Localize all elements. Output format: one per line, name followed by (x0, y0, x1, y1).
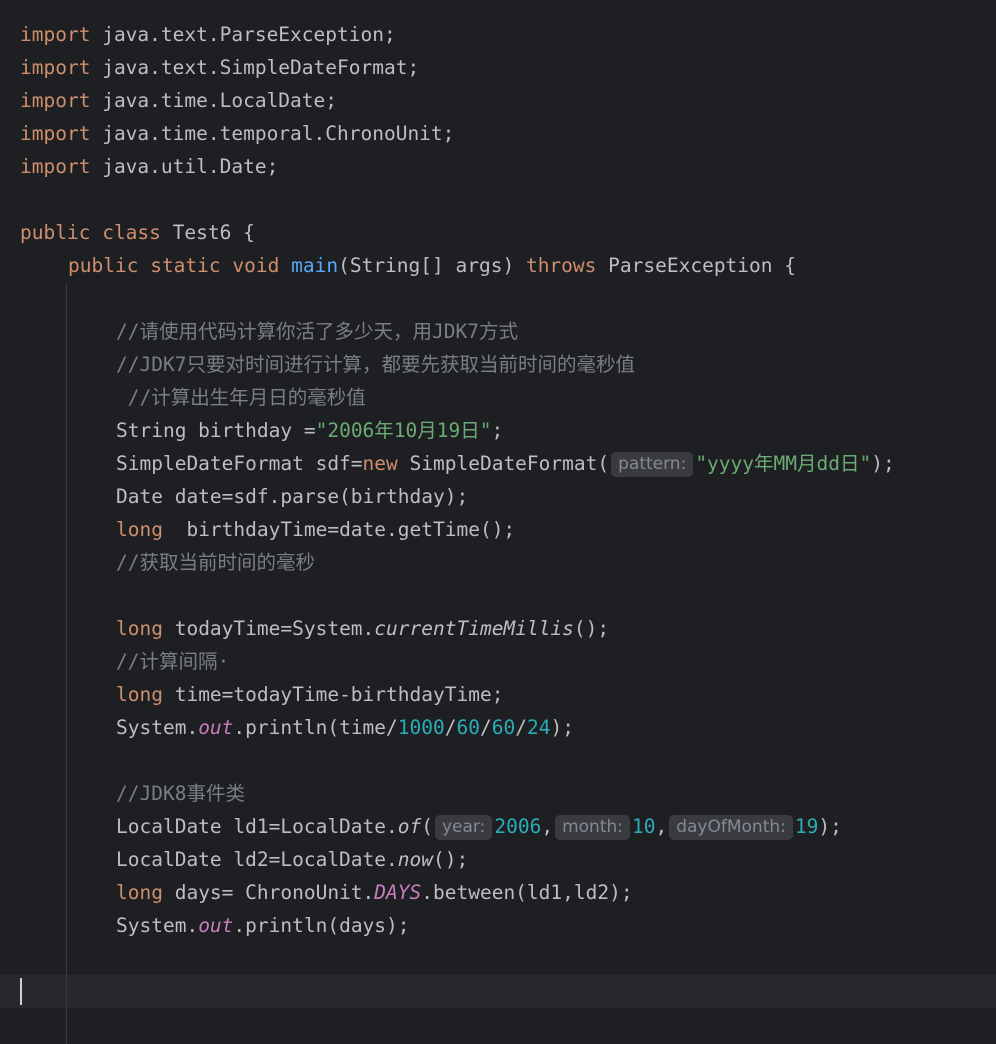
between-call: .between(ld1,ld2); (421, 881, 633, 904)
println-call: .println(time/ (233, 716, 398, 739)
code-line-main-decl[interactable]: public static void main(String[] args) t… (68, 249, 796, 282)
system-ref: System. (116, 716, 199, 739)
keyword-import: import (20, 89, 91, 112)
operator-divide: / (444, 716, 457, 739)
statement-end: ; (491, 419, 504, 442)
import-target: java.text.ParseException; (102, 23, 396, 46)
statement-end: ); (550, 716, 574, 739)
keyword-void: void (232, 254, 280, 277)
keyword-class: class (102, 221, 161, 244)
days-decl: days= ChronoUnit. (162, 881, 375, 904)
number-literal-day: 19 (794, 815, 819, 838)
paren-open: ( (421, 815, 433, 838)
code-line-today-time[interactable]: long todayTime=System.currentTimeMillis(… (116, 612, 609, 645)
string-literal-birthday: "2006年10月19日" (315, 419, 492, 442)
indent-guide (66, 283, 67, 1044)
main-params: (String[] args) (338, 254, 515, 277)
code-line-import-3[interactable]: import java.time.LocalDate; (20, 84, 337, 117)
text-caret (20, 978, 22, 1005)
class-name: Test6 { (172, 221, 255, 244)
import-target: java.text.SimpleDateFormat; (102, 56, 420, 79)
import-target: java.time.temporal.ChronoUnit; (102, 122, 455, 145)
comma: , (655, 815, 668, 838)
system-ref: System. (116, 914, 199, 937)
keyword-import: import (20, 56, 91, 79)
code-line-import-2[interactable]: import java.text.SimpleDateFormat; (20, 51, 419, 84)
static-field-days: DAYS (374, 881, 422, 904)
number-literal: 1000 (397, 716, 445, 739)
operator-divide: / (480, 716, 492, 739)
method-of: of (397, 815, 422, 838)
statement-end: ); (818, 815, 842, 838)
keyword-long: long (116, 881, 163, 904)
ld2-decl: LocalDate ld2=LocalDate. (116, 848, 398, 871)
code-editor[interactable]: import java.text.ParseException; import … (0, 0, 996, 1044)
code-line-birthday[interactable]: String birthday ="2006年10月19日"; (116, 414, 503, 447)
current-line-highlight (0, 975, 996, 1008)
ld1-decl: LocalDate ld1=LocalDate. (116, 815, 398, 838)
keyword-new: new (362, 452, 398, 475)
exception-type: ParseException { (608, 254, 796, 277)
keyword-long: long (116, 617, 163, 640)
method-now: now (397, 848, 433, 871)
static-field-out: out (198, 914, 234, 937)
code-line-comment-2[interactable]: //JDK7只要对时间进行计算，都要先获取当前时间的毫秒值 (116, 348, 635, 381)
number-literal-year: 2006 (494, 815, 542, 838)
keyword-static: static (150, 254, 221, 277)
keyword-import: import (20, 122, 91, 145)
operator-divide: / (515, 716, 527, 739)
keyword-long: long (116, 683, 163, 706)
inlay-hint-pattern: pattern: (611, 452, 694, 477)
code-line-println-2[interactable]: System.out.println(days); (116, 909, 410, 942)
code-line-import-1[interactable]: import java.text.ParseException; (20, 18, 396, 51)
number-literal: 60 (456, 716, 480, 739)
code-line-comment-3[interactable]: //计算出生年月日的毫秒值 (116, 381, 366, 414)
today-decl: todayTime=System. (162, 617, 375, 640)
method-name-main: main (291, 254, 339, 277)
code-line-comment-5[interactable]: //计算间隔· (116, 645, 229, 678)
code-line-date[interactable]: Date date=sdf.parse(birthday); (116, 480, 468, 513)
number-literal-month: 10 (631, 815, 656, 838)
time-rest: time=todayTime-birthdayTime; (162, 683, 504, 706)
birthday-decl: String birthday = (116, 419, 316, 442)
import-target: java.time.LocalDate; (102, 89, 338, 112)
number-literal: 60 (491, 716, 516, 739)
code-line-sdf[interactable]: SimpleDateFormat sdf=new SimpleDateForma… (116, 447, 895, 480)
birthday-time-rest: birthdayTime=date.getTime(); (162, 518, 516, 541)
code-line-import-4[interactable]: import java.time.temporal.ChronoUnit; (20, 117, 454, 150)
code-line-import-5[interactable]: import java.util.Date; (20, 150, 278, 183)
static-field-out: out (198, 716, 234, 739)
keyword-public: public (68, 254, 139, 277)
method-current-time-millis: currentTimeMillis (374, 617, 574, 640)
code-line-comment-4[interactable]: //获取当前时间的毫秒 (116, 546, 315, 579)
sdf-ctor: SimpleDateFormat( (397, 452, 610, 475)
code-line-ld2[interactable]: LocalDate ld2=LocalDate.now(); (116, 843, 468, 876)
code-line-birthday-time[interactable]: long birthdayTime=date.getTime(); (116, 513, 515, 546)
statement-end: (); (573, 617, 610, 640)
statement-end: ); (871, 452, 895, 475)
keyword-throws: throws (525, 254, 597, 277)
code-line-ld1[interactable]: LocalDate ld1=LocalDate.of(year: 2006, mon… (116, 810, 842, 843)
number-literal: 24 (526, 716, 551, 739)
code-line-time[interactable]: long time=todayTime-birthdayTime; (116, 678, 503, 711)
statement-end: (); (433, 848, 469, 871)
inlay-hint-day-of-month: dayOfMonth: (669, 815, 793, 840)
import-target: java.util.Date; (102, 155, 279, 178)
string-literal-pattern: "yyyy年MM月dd日" (695, 452, 872, 475)
comma: , (541, 815, 554, 838)
code-line-class-decl[interactable]: public class Test6 { (20, 216, 255, 249)
println-call: .println(days); (233, 914, 410, 937)
code-line-comment-1[interactable]: //请使用代码计算你活了多少天，用JDK7方式 (116, 315, 518, 348)
code-line-comment-6[interactable]: //JDK8事件类 (116, 777, 245, 810)
sdf-decl: SimpleDateFormat sdf= (116, 452, 363, 475)
keyword-import: import (20, 23, 91, 46)
code-line-days[interactable]: long days= ChronoUnit.DAYS.between(ld1,l… (116, 876, 633, 909)
keyword-public: public (20, 221, 91, 244)
code-line-println-1[interactable]: System.out.println(time/1000/60/60/24); (116, 711, 574, 744)
keyword-long: long (116, 518, 163, 541)
inlay-hint-month: month: (555, 815, 630, 840)
keyword-import: import (20, 155, 91, 178)
inlay-hint-year: year: (435, 815, 493, 840)
